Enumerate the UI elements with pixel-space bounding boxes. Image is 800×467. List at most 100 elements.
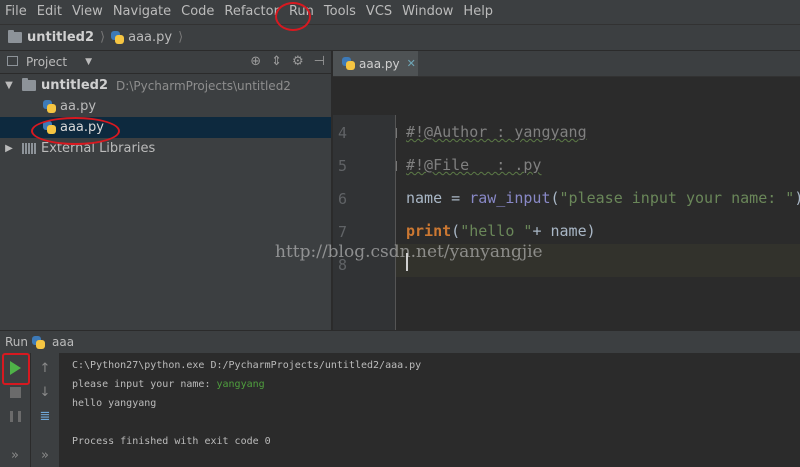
tree-item-aa[interactable]: aa.py: [0, 96, 331, 117]
library-icon: [22, 143, 36, 154]
code-line-6: name = raw_input("please input your name…: [406, 189, 800, 207]
pause-icon: [9, 410, 21, 422]
more-button[interactable]: »: [5, 445, 25, 465]
run-config-name[interactable]: aaa: [52, 335, 74, 349]
console-prompt: please input your name:: [72, 379, 217, 390]
stop-icon: [9, 386, 21, 398]
python-file-icon: [111, 31, 125, 44]
folder-icon: [8, 30, 22, 43]
expand-arrow-icon[interactable]: ▼: [2, 80, 16, 91]
code-token: ): [794, 189, 800, 207]
line-number: 7: [337, 223, 347, 241]
play-icon: [9, 361, 21, 375]
run-panel-header: Run aaa: [0, 330, 800, 353]
fold-marker-icon[interactable]: [396, 161, 397, 171]
line-number: 6: [337, 190, 347, 208]
menu-navigate[interactable]: Navigate: [108, 0, 176, 24]
breadcrumb-file-label: aaa.py: [128, 30, 173, 45]
chevron-right-icon: ⟩: [100, 30, 106, 45]
console-line: hello yangyang: [72, 398, 157, 409]
code-line-5: #!@File : .py: [406, 156, 541, 174]
breadcrumb-project-label: untitled2: [27, 30, 95, 45]
code-token: name =: [406, 189, 470, 207]
menu-help[interactable]: Help: [458, 0, 498, 24]
code-token: raw_input: [469, 189, 551, 207]
tab-label: aaa.py: [359, 56, 400, 71]
scroll-down-button[interactable]: ↓: [35, 382, 55, 402]
project-panel-header: Project ▼ ⊕ ⇕ ⚙ ⊣: [0, 51, 331, 74]
tree-item-label: External Libraries: [41, 141, 156, 156]
stop-button[interactable]: [5, 382, 25, 402]
menu-bar: File Edit View Navigate Code Refactor Ru…: [0, 0, 800, 24]
console-line: please input your name: yangyang: [72, 379, 265, 390]
line-number-gutter: 4 5 6 7 8: [333, 115, 396, 330]
chevron-down-icon[interactable]: ▼: [85, 57, 92, 67]
run-toolbar: »: [0, 353, 31, 467]
code-token: print: [406, 222, 452, 240]
line-number: 5: [337, 157, 347, 175]
tree-item-root[interactable]: ▼ untitled2 D:\PycharmProjects\untitled2: [0, 75, 331, 96]
breadcrumb-project[interactable]: untitled2: [0, 30, 94, 45]
menu-vcs[interactable]: VCS: [361, 0, 397, 24]
close-icon[interactable]: ✕: [407, 57, 416, 70]
console-line: C:\Python27\python.exe D:/PycharmProject…: [72, 360, 422, 371]
expand-arrow-icon[interactable]: ▶: [2, 143, 16, 154]
run-toolbar-secondary: ↑ ↓ ≣ »: [31, 353, 60, 467]
tab-aaa-py[interactable]: aaa.py ✕: [333, 51, 418, 76]
tree-root-path: D:\PycharmProjects\untitled2: [116, 78, 291, 93]
rerun-button[interactable]: [5, 358, 25, 378]
wrap-icon: ≣: [39, 408, 51, 424]
breadcrumb-file[interactable]: aaa.py: [111, 30, 172, 45]
double-chevron-icon: »: [41, 447, 49, 463]
code-token: "please input your name: ": [559, 189, 795, 207]
code-token: #!@Author : yangyang: [406, 123, 587, 141]
menu-run[interactable]: Run: [284, 0, 319, 24]
arrow-up-icon: ↑: [39, 360, 51, 376]
pause-button[interactable]: [5, 406, 25, 426]
code-token: (: [451, 222, 461, 240]
fold-marker-icon[interactable]: [396, 128, 397, 138]
menu-tools[interactable]: Tools: [319, 0, 361, 24]
menu-view[interactable]: View: [67, 0, 108, 24]
tree-item-label: aaa.py: [60, 120, 104, 135]
tree-item-external-libraries[interactable]: ▶ External Libraries: [0, 138, 331, 159]
code-token: #!@File : .py: [406, 156, 542, 174]
tree-item-aaa[interactable]: aaa.py: [0, 117, 331, 138]
menu-code[interactable]: Code: [176, 0, 219, 24]
watermark-text: http://blog.csdn.net/yanyangjie: [275, 242, 543, 262]
editor-scrolled-area: [333, 77, 800, 115]
menu-refactor[interactable]: Refactor: [219, 0, 284, 24]
more-button[interactable]: »: [35, 445, 55, 465]
menu-file[interactable]: File: [0, 0, 32, 24]
editor-tab-bar: aaa.py ✕: [333, 51, 800, 77]
console-line: Process finished with exit code 0: [72, 436, 271, 447]
chevron-right-icon: ⟩: [178, 30, 184, 45]
run-panel-label: Run: [5, 335, 29, 349]
python-file-icon: [32, 335, 46, 349]
soft-wrap-button[interactable]: ≣: [35, 406, 55, 426]
code-editor[interactable]: #!@Author : yangyang #!@File : .py name …: [396, 115, 800, 330]
project-view-icon: [7, 56, 18, 66]
gear-icon[interactable]: ⚙: [292, 54, 304, 69]
collapse-icon[interactable]: ⇕: [271, 54, 282, 69]
breadcrumb: untitled2 ⟩ aaa.py ⟩: [0, 24, 800, 51]
console-user-input: yangyang: [216, 379, 265, 390]
code-token: + name): [532, 222, 596, 240]
code-token: (: [550, 189, 560, 207]
folder-icon: [22, 78, 36, 91]
double-chevron-icon: »: [11, 447, 19, 463]
code-line-7: print("hello "+ name): [406, 222, 596, 240]
hide-panel-icon[interactable]: ⊣: [314, 54, 325, 69]
run-console[interactable]: C:\Python27\python.exe D:/PycharmProject…: [60, 353, 800, 467]
crosshair-icon[interactable]: ⊕: [250, 54, 261, 69]
menu-edit[interactable]: Edit: [32, 0, 67, 24]
project-tree: ▼ untitled2 D:\PycharmProjects\untitled2…: [0, 74, 331, 330]
arrow-down-icon: ↓: [39, 384, 51, 400]
python-file-icon: [342, 57, 355, 70]
project-view-selector[interactable]: Project: [26, 55, 67, 69]
scroll-up-button[interactable]: ↑: [35, 358, 55, 378]
menu-window[interactable]: Window: [397, 0, 458, 24]
code-line-4: #!@Author : yangyang: [406, 123, 587, 141]
line-number: 4: [337, 124, 347, 142]
python-file-icon: [43, 100, 56, 113]
